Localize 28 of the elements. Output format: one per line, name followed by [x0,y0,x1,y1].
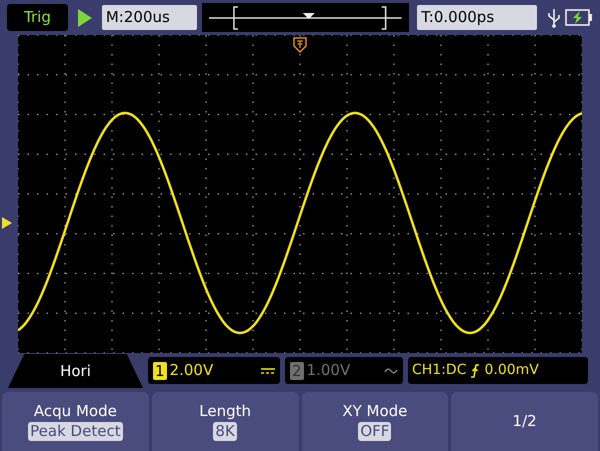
trigger-position-marker-icon [293,37,307,53]
softkey-label: 1/2 [512,412,537,431]
rising-edge-icon [470,364,480,378]
softkey-value: Peak Detect [28,422,123,441]
softkey-button[interactable]: 1/2 [451,392,598,451]
channel-number: 1 [153,362,167,380]
softkey-label: Length [199,402,251,421]
dc-coupling-icon [261,366,275,374]
battery-charging-icon [565,9,593,26]
softkey-button[interactable]: Acqu Mode Peak Detect [2,392,149,451]
timebase-readout: M:200us [102,5,197,30]
ground-level-marker-icon [2,217,12,229]
softkey-value: 8K [213,422,237,441]
softkey-value: OFF [358,422,392,441]
trigger-level: 0.00mV [484,361,539,380]
ac-coupling-icon [384,366,398,374]
trigger-status: Trig [7,4,68,31]
trigger-source: CH1:DC [412,361,466,380]
channel-scale: 1.00V [306,360,352,382]
softkey-button[interactable]: Length 8K [152,392,298,451]
softkey-label: Acqu Mode [34,402,117,421]
softkey-label: XY Mode [342,402,408,421]
channel-scale: 2.00V [170,360,214,382]
softkey-button[interactable]: XY Mode OFF [302,392,448,451]
channel-number: 2 [290,362,304,380]
usb-icon [548,8,560,28]
play-icon [78,8,92,26]
trigger-time-readout: T:0.000ps [417,5,538,30]
